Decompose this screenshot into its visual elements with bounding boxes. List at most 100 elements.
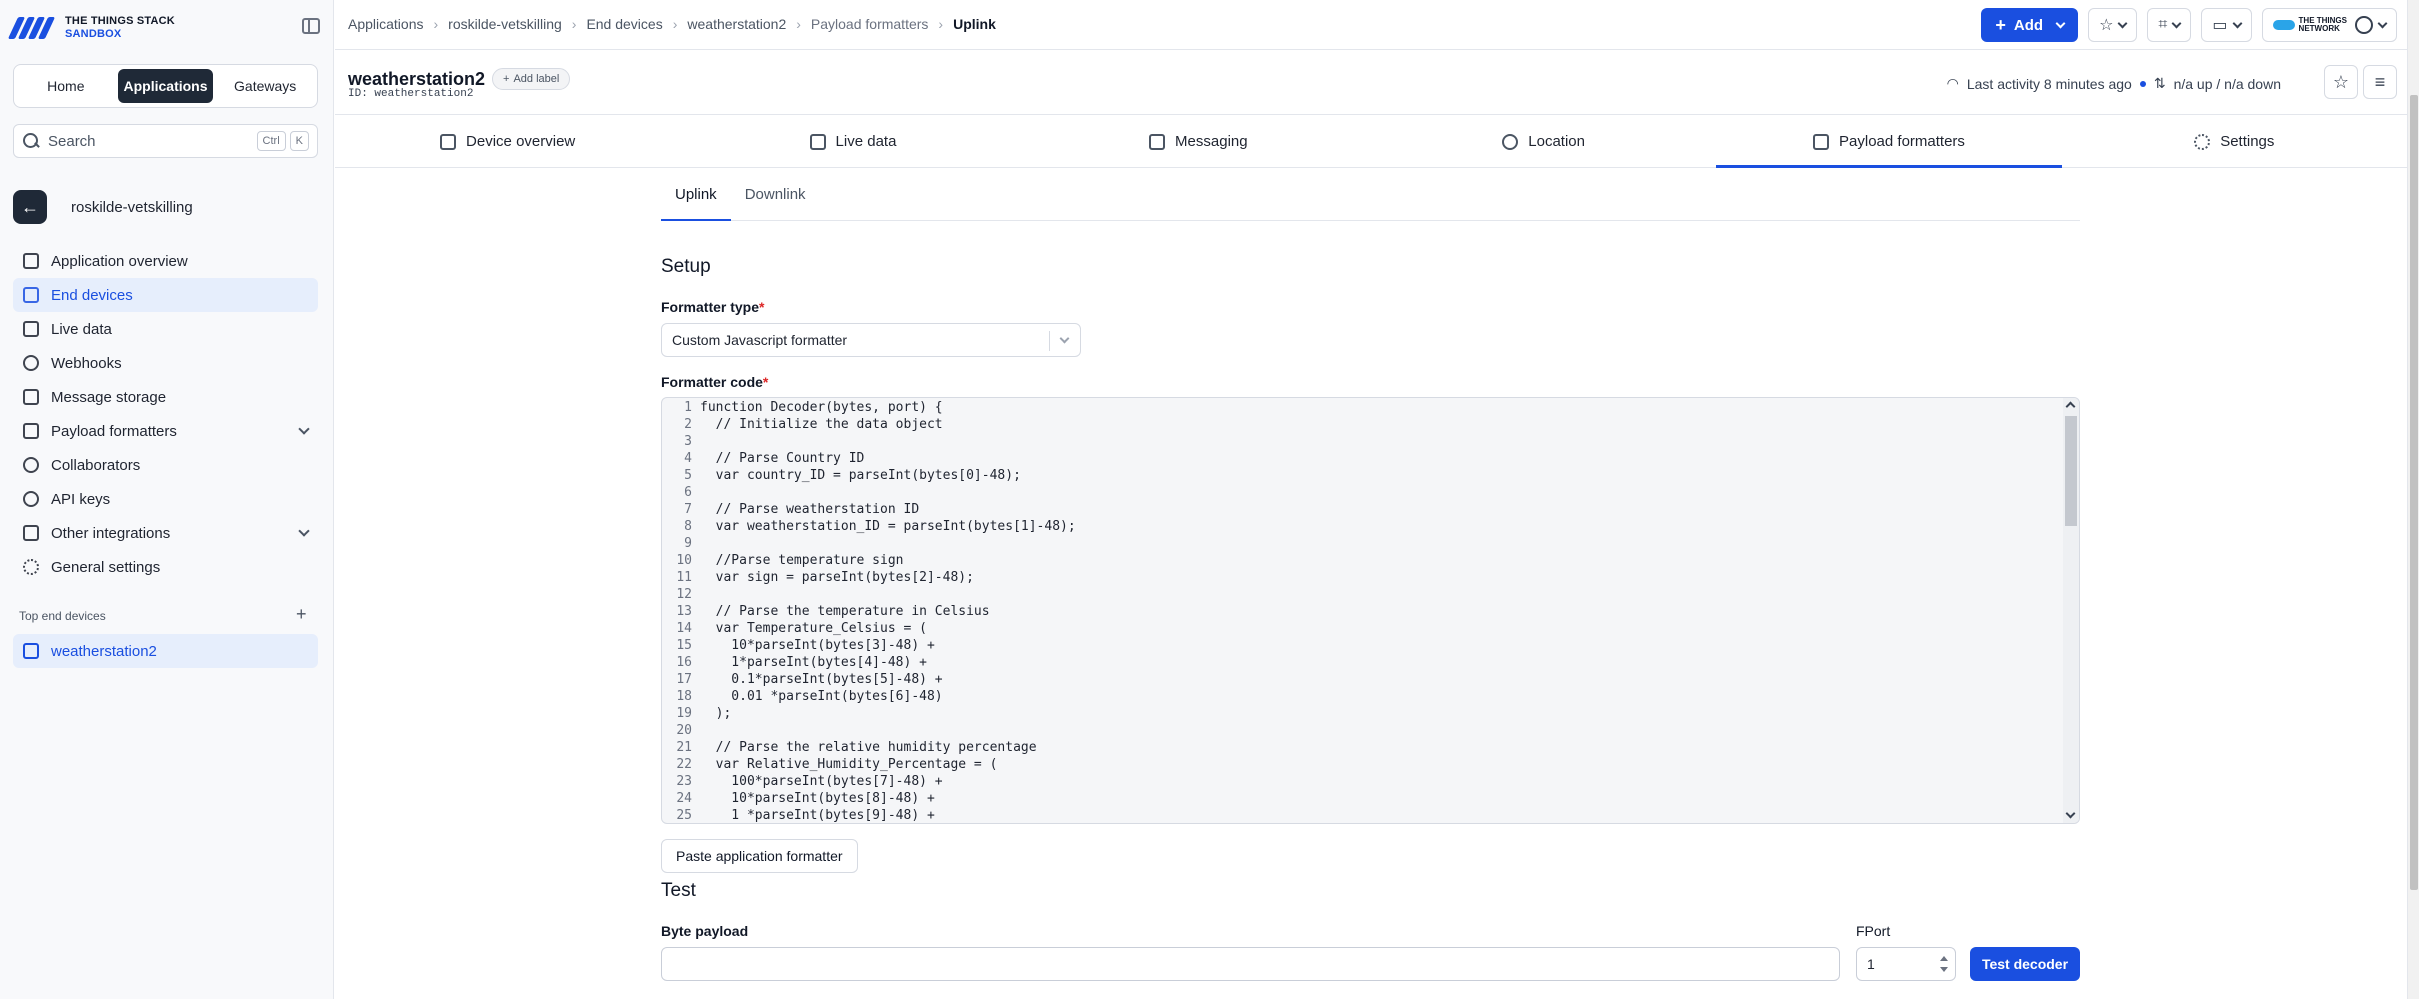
sidebar-item-label: Live data bbox=[51, 320, 112, 338]
line-number: 23 bbox=[676, 774, 692, 789]
star-button[interactable]: ☆ bbox=[2324, 65, 2358, 99]
code-line: 10 //Parse temperature sign bbox=[662, 552, 2079, 569]
device-icon bbox=[23, 643, 39, 659]
tab-live-data[interactable]: Live data bbox=[680, 116, 1025, 167]
breadcrumb-end-devices[interactable]: End devices bbox=[586, 16, 662, 32]
users-icon bbox=[23, 457, 39, 473]
sidebar-item-collaborators[interactable]: Collaborators bbox=[13, 448, 318, 482]
add-button[interactable]: + Add bbox=[1981, 8, 2079, 42]
fport-value: 1 bbox=[1867, 956, 1875, 972]
line-number: 18 bbox=[676, 689, 692, 704]
byte-payload-input[interactable] bbox=[661, 947, 1840, 981]
list-icon bbox=[809, 133, 826, 150]
tab-messaging[interactable]: Messaging bbox=[1026, 116, 1371, 167]
labels-button[interactable]: ⌗ bbox=[2147, 8, 2192, 42]
switcher-gateways[interactable]: Gateways bbox=[217, 69, 313, 103]
required-marker: * bbox=[759, 299, 765, 315]
sidebar-item-label: Application overview bbox=[51, 252, 188, 270]
paste-application-formatter-button[interactable]: Paste application formatter bbox=[661, 839, 858, 873]
sidebar-item-label: Payload formatters bbox=[51, 422, 177, 440]
scroll-up-icon[interactable] bbox=[2065, 401, 2076, 412]
code-text: 0.01 *parseInt(bytes[6]-48) bbox=[700, 689, 943, 704]
tab-label: Settings bbox=[2220, 133, 2275, 150]
device-header: weatherstation2 ID: weatherstation2 + Add… bbox=[335, 51, 2407, 115]
tab-payload-formatters[interactable]: Payload formatters bbox=[1716, 116, 2062, 168]
code-line: 17 0.1*parseInt(bytes[5]-48) + bbox=[662, 671, 2079, 688]
code-line: 23 100*parseInt(bytes[7]-48) + bbox=[662, 773, 2079, 790]
tab-label: Device overview bbox=[466, 133, 576, 150]
sidebar-item-other-integrations[interactable]: Other integrations bbox=[13, 516, 318, 550]
line-number: 13 bbox=[676, 604, 692, 619]
search-input[interactable]: Search Ctrl K bbox=[13, 124, 318, 158]
back-arrow-icon[interactable]: ← bbox=[13, 190, 47, 224]
editor-scrollbar[interactable] bbox=[2063, 398, 2079, 823]
fport-input[interactable]: 1 bbox=[1856, 947, 1956, 981]
chevron-down-icon bbox=[2232, 18, 2242, 28]
sidebar-item-end-devices[interactable]: End devices bbox=[13, 278, 318, 312]
stepper-icon[interactable] bbox=[1939, 955, 1949, 973]
profile-button[interactable]: THE THINGS NETWORK bbox=[2261, 8, 2397, 42]
inbox-button[interactable]: ▭ bbox=[2201, 8, 2252, 42]
breadcrumb-application[interactable]: roskilde-vetskilling bbox=[448, 16, 562, 32]
last-activity: Last activity 8 minutes ago bbox=[1966, 75, 2132, 92]
brand-logo[interactable]: THE THINGS STACK SANDBOX bbox=[7, 14, 175, 42]
scrollbar-thumb[interactable] bbox=[2065, 416, 2077, 526]
tab-settings[interactable]: Settings bbox=[2062, 116, 2407, 167]
test-decoder-button[interactable]: Test decoder bbox=[1970, 947, 2080, 981]
plus-icon[interactable]: + bbox=[296, 605, 307, 623]
subtab-uplink[interactable]: Uplink bbox=[661, 168, 731, 221]
line-number: 20 bbox=[676, 723, 692, 738]
code-editor[interactable]: 1 function Decoder(bytes, port) {2 // Ini… bbox=[661, 397, 2080, 824]
application-name: roskilde-vetskilling bbox=[71, 198, 193, 216]
formatter-type-select[interactable]: Custom Javascript formatter bbox=[661, 323, 1081, 357]
tab-device-overview[interactable]: Device overview bbox=[335, 116, 680, 167]
sidebar-item-general-settings[interactable]: General settings bbox=[13, 550, 318, 584]
chevron-down-icon bbox=[1059, 333, 1070, 344]
add-label-button[interactable]: + Add label bbox=[492, 68, 571, 90]
page-scrollbar-thumb[interactable] bbox=[2410, 95, 2418, 890]
search-icon bbox=[22, 132, 40, 150]
add-button-label: Add bbox=[2013, 16, 2044, 34]
tab-location[interactable]: Location bbox=[1371, 116, 1716, 167]
code-line: 3 bbox=[662, 433, 2079, 450]
scroll-down-icon[interactable] bbox=[2065, 808, 2076, 819]
sidebar-item-application-overview[interactable]: Application overview bbox=[13, 244, 318, 278]
chevron-down-icon[interactable] bbox=[298, 423, 310, 435]
device-tabs: Device overview Live data Messaging Loca… bbox=[335, 116, 2407, 168]
code-line: 9 bbox=[662, 535, 2079, 552]
breadcrumb-payload-formatters: Payload formatters bbox=[810, 16, 929, 32]
code-text: var Temperature_Celsius = ( bbox=[700, 621, 927, 636]
code-text: ); bbox=[700, 706, 732, 721]
breadcrumb-device[interactable]: weatherstation2 bbox=[687, 16, 786, 32]
sidebar-item-message-storage[interactable]: Message storage bbox=[13, 380, 318, 414]
test-heading: Test bbox=[661, 880, 696, 901]
code-text: // Parse Country ID bbox=[700, 451, 865, 466]
top-bar: Applications › roskilde-vetskilling › End … bbox=[335, 0, 2407, 50]
chevron-down-icon[interactable] bbox=[298, 525, 310, 537]
subtab-downlink[interactable]: Downlink bbox=[731, 168, 820, 220]
formatter-type-label-text: Formatter type bbox=[661, 299, 760, 315]
formatter-subtabs: Uplink Downlink bbox=[661, 168, 2080, 221]
menu-button[interactable]: ≡ bbox=[2363, 65, 2397, 99]
code-text: var country_ID = parseInt(bytes[0]-48); bbox=[700, 468, 1021, 483]
sidebar-collapse-icon[interactable] bbox=[302, 18, 320, 34]
line-number: 25 bbox=[676, 808, 692, 823]
top-device-item[interactable]: weatherstation2 bbox=[13, 634, 318, 668]
code-text: var sign = parseInt(bytes[2]-48); bbox=[700, 570, 974, 585]
signal-icon: ◠ bbox=[1946, 75, 1959, 91]
sidebar-item-api-keys[interactable]: API keys bbox=[13, 482, 318, 516]
sidebar-item-live-data[interactable]: Live data bbox=[13, 312, 318, 346]
shortcut-key-ctrl: Ctrl bbox=[256, 131, 286, 151]
switcher-applications[interactable]: Applications bbox=[117, 69, 214, 103]
sidebar-item-webhooks[interactable]: Webhooks bbox=[13, 346, 318, 380]
page-scrollbar[interactable] bbox=[2407, 0, 2419, 999]
code-line: 12 bbox=[662, 586, 2079, 603]
switcher-home[interactable]: Home bbox=[18, 69, 114, 103]
formatter-type-label: Formatter type* bbox=[661, 299, 764, 315]
code-text: function Decoder(bytes, port) { bbox=[700, 400, 943, 415]
tab-label: Live data bbox=[835, 133, 897, 150]
sidebar-item-payload-formatters[interactable]: Payload formatters bbox=[13, 414, 318, 448]
device-title: weatherstation2 bbox=[348, 69, 486, 89]
breadcrumb-applications[interactable]: Applications bbox=[348, 16, 424, 32]
bookmarks-button[interactable]: ☆ bbox=[2088, 8, 2138, 42]
